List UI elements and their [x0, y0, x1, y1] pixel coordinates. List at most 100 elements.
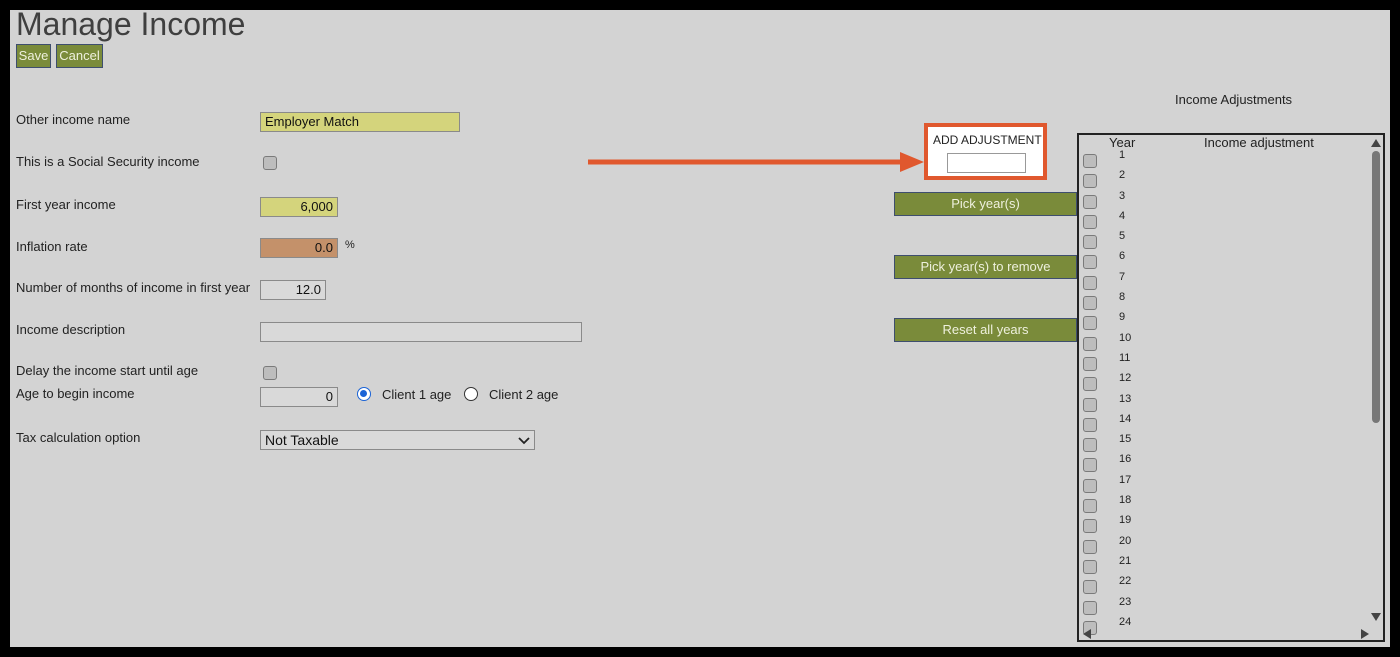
add-adjustment-box: ADD ADJUSTMENT	[924, 123, 1047, 180]
social-security-checkbox[interactable]	[263, 156, 277, 170]
scroll-right-icon[interactable]	[1361, 629, 1369, 639]
year-label: 8	[1119, 291, 1126, 304]
year-checkbox[interactable]	[1083, 417, 1097, 432]
cancel-button[interactable]: Cancel	[56, 44, 103, 68]
year-checkbox[interactable]	[1083, 499, 1097, 514]
add-adjustment-label: ADD ADJUSTMENT	[933, 133, 1042, 147]
year-row: 19	[1079, 514, 1369, 534]
year-checkbox[interactable]	[1083, 336, 1097, 351]
year-row: 8	[1079, 291, 1369, 311]
year-label: 6	[1119, 250, 1126, 263]
year-checkbox[interactable]	[1083, 154, 1097, 168]
pick-years-button[interactable]: Pick year(s)	[894, 192, 1077, 216]
year-checkbox[interactable]	[1083, 174, 1097, 189]
add-adjustment-input[interactable]	[947, 153, 1026, 173]
year-row: 10	[1079, 332, 1369, 352]
year-row: 22	[1079, 575, 1369, 595]
year-label: 11	[1119, 351, 1131, 364]
year-label: 1	[1119, 149, 1126, 161]
year-checkbox[interactable]	[1083, 478, 1097, 493]
year-label: 21	[1119, 554, 1132, 567]
delay-start-label: Delay the income start until age	[16, 363, 199, 378]
year-checkbox[interactable]	[1083, 377, 1097, 392]
year-checkbox[interactable]	[1083, 296, 1097, 311]
year-row: 23	[1079, 596, 1369, 616]
delay-start-checkbox[interactable]	[263, 366, 277, 380]
tax-option-select[interactable]: Not Taxable	[260, 430, 535, 450]
annotation-arrow-icon	[588, 152, 924, 172]
year-label: 22	[1119, 575, 1132, 588]
year-label: 14	[1119, 412, 1132, 425]
income-adjustments-panel: Year Income adjustment 1 2 3 4 5 6 7 8 9 10 11 12 13…	[1077, 133, 1385, 642]
year-row: 14	[1079, 413, 1369, 433]
year-label: 5	[1119, 230, 1126, 243]
manage-income-page: Manage Income Save Cancel Other income n…	[10, 10, 1390, 647]
year-checkbox[interactable]	[1083, 214, 1097, 229]
scrollbar-thumb[interactable]	[1372, 151, 1380, 423]
year-checkbox[interactable]	[1083, 397, 1097, 412]
year-checkbox[interactable]	[1083, 316, 1097, 331]
client2-age-label: Client 2 age	[489, 387, 559, 402]
year-row: 11	[1079, 352, 1369, 372]
client1-age-radio[interactable]	[357, 387, 371, 401]
year-checkbox[interactable]	[1083, 458, 1097, 473]
year-checkbox[interactable]	[1083, 194, 1097, 209]
year-label: 10	[1119, 331, 1132, 344]
months-input[interactable]: 12.0	[260, 280, 326, 300]
year-label: 19	[1119, 514, 1132, 527]
inflation-rate-input[interactable]: 0.0	[260, 238, 338, 258]
year-label: 7	[1119, 270, 1126, 283]
year-label: 4	[1119, 209, 1126, 222]
year-checkbox[interactable]	[1083, 438, 1097, 453]
social-security-label: This is a Social Security income	[16, 154, 200, 169]
horizontal-scrollbar[interactable]	[1079, 626, 1371, 640]
scroll-up-icon[interactable]	[1371, 139, 1381, 147]
save-button[interactable]: Save	[16, 44, 51, 68]
year-row: 1	[1079, 149, 1369, 169]
age-begin-label: Age to begin income	[16, 386, 135, 401]
year-checkbox[interactable]	[1083, 275, 1097, 290]
chevron-down-icon	[518, 437, 530, 445]
year-checkbox[interactable]	[1083, 559, 1097, 574]
year-checkbox[interactable]	[1083, 235, 1097, 250]
year-row: 4	[1079, 210, 1369, 230]
year-label: 2	[1119, 169, 1126, 182]
first-year-income-input[interactable]: 6,000	[260, 197, 338, 217]
percent-symbol: %	[345, 239, 355, 251]
year-row: 20	[1079, 535, 1369, 555]
vertical-scrollbar[interactable]	[1369, 135, 1383, 625]
year-row: 16	[1079, 453, 1369, 473]
first-year-income-label: First year income	[16, 197, 116, 212]
year-label: 13	[1119, 392, 1132, 405]
year-row: 18	[1079, 494, 1369, 514]
year-row: 15	[1079, 433, 1369, 453]
year-checkbox[interactable]	[1083, 600, 1097, 615]
year-row: 21	[1079, 555, 1369, 575]
year-label: 18	[1119, 494, 1132, 507]
year-label: 9	[1119, 311, 1126, 324]
client2-age-radio[interactable]	[464, 387, 478, 401]
other-income-name-label: Other income name	[16, 112, 131, 127]
year-label: 17	[1119, 473, 1132, 486]
pick-years-remove-button[interactable]: Pick year(s) to remove	[894, 255, 1077, 279]
year-label: 23	[1119, 595, 1132, 608]
age-begin-input[interactable]: 0	[260, 387, 338, 407]
year-label: 12	[1119, 372, 1132, 385]
income-description-input[interactable]	[260, 322, 582, 342]
other-income-name-input[interactable]: Employer Match	[260, 112, 460, 132]
year-checkbox[interactable]	[1083, 519, 1097, 534]
scroll-left-icon[interactable]	[1083, 629, 1091, 639]
year-row: 5	[1079, 230, 1369, 250]
income-adjustments-title: Income Adjustments	[1175, 92, 1293, 107]
year-label: 3	[1119, 189, 1126, 202]
year-checkbox[interactable]	[1083, 539, 1097, 554]
reset-all-years-button[interactable]: Reset all years	[894, 318, 1077, 342]
scroll-down-icon[interactable]	[1371, 613, 1381, 621]
year-row: 2	[1079, 169, 1369, 189]
year-label: 20	[1119, 534, 1132, 547]
year-checkbox[interactable]	[1083, 356, 1097, 371]
year-checkbox[interactable]	[1083, 255, 1097, 270]
inflation-rate-label: Inflation rate	[16, 239, 88, 254]
year-row: 7	[1079, 271, 1369, 291]
year-checkbox[interactable]	[1083, 580, 1097, 595]
